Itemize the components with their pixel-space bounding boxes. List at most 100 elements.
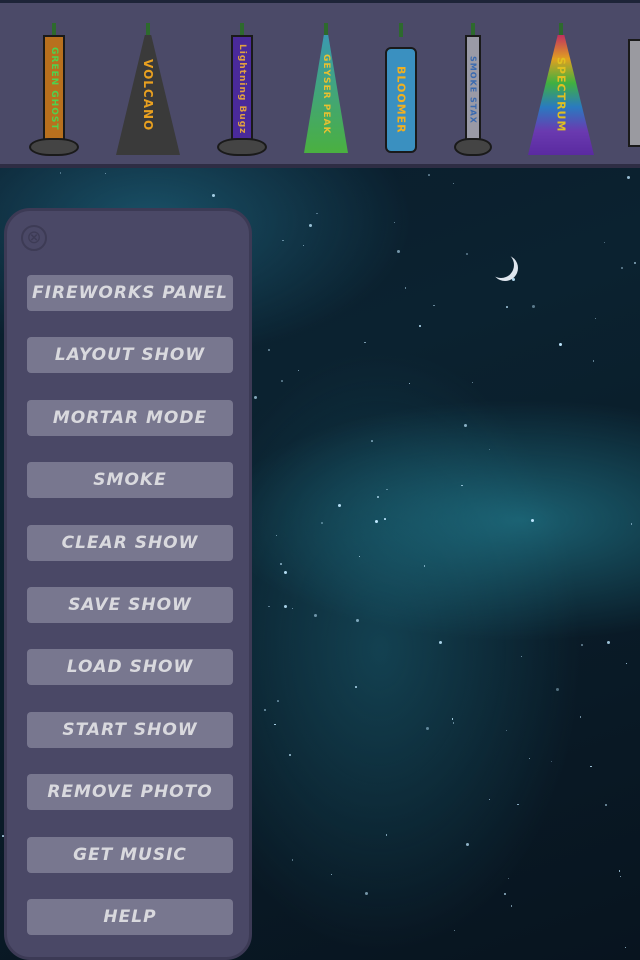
menu-button-help[interactable]: HELP <box>27 899 233 935</box>
firework-bloomer[interactable]: BLOOMER <box>384 23 418 158</box>
star <box>211 193 215 197</box>
firework-label: BLOOMER <box>394 66 408 134</box>
menu-button-remove-photo[interactable]: REMOVE PHOTO <box>27 774 233 811</box>
star <box>452 182 454 184</box>
fuse-icon <box>324 23 328 37</box>
firework-geyser-peak[interactable]: GEYSER PEAK <box>304 23 348 158</box>
firework-base <box>29 138 79 156</box>
star <box>503 892 506 895</box>
fuse-icon <box>146 23 150 37</box>
star <box>254 395 258 399</box>
star <box>451 718 454 720</box>
firework-body: Lightning Bugz <box>231 35 253 143</box>
menu-button-get-music[interactable]: GET MUSIC <box>27 836 233 873</box>
star <box>618 870 621 872</box>
firework-lightning-bugz[interactable]: Lightning Bugz <box>217 23 267 158</box>
star <box>321 521 324 524</box>
star <box>59 172 62 174</box>
firework-body: SPECTRUM <box>528 35 594 155</box>
star <box>282 239 284 242</box>
star <box>626 662 628 664</box>
menu-button-clear-show[interactable]: CLEAR SHOW <box>27 524 233 561</box>
star <box>511 277 515 281</box>
star <box>105 172 107 174</box>
star <box>316 213 318 215</box>
star <box>594 317 596 319</box>
star <box>364 891 368 895</box>
star <box>283 571 287 575</box>
firework-body: VOLCANO <box>116 35 180 155</box>
firework-label: SPECTRUM <box>554 57 568 133</box>
star <box>358 555 360 557</box>
menu-button-save-show[interactable]: SAVE SHOW <box>27 587 233 623</box>
firework-smoke-stax[interactable]: SMOKE STAX <box>453 23 493 158</box>
star <box>488 799 490 801</box>
star <box>488 448 490 450</box>
star <box>426 727 430 731</box>
star <box>556 687 559 691</box>
star <box>409 383 411 385</box>
firework-label: VOLCANO <box>141 58 155 132</box>
star <box>313 613 317 617</box>
star <box>291 608 294 610</box>
star <box>634 262 636 264</box>
star <box>280 562 283 565</box>
firework-body: SMOKE STAX <box>465 35 481 145</box>
star <box>288 754 291 757</box>
menu-button-load-show[interactable]: LOAD SHOW <box>27 649 233 686</box>
menu-button-mortar-mode[interactable]: MORTAR MODE <box>27 399 233 436</box>
firework-label: SMOKE STAX <box>468 56 478 124</box>
menu-button-smoke[interactable]: SMOKE <box>27 462 233 499</box>
star <box>463 424 467 428</box>
star <box>281 380 283 382</box>
star <box>511 905 513 907</box>
star <box>283 604 287 608</box>
firework-base <box>217 138 267 156</box>
menu-button-fireworks-panel[interactable]: FIREWORKS PANEL <box>27 275 233 311</box>
star <box>466 842 470 846</box>
star <box>605 804 607 806</box>
star <box>356 618 360 622</box>
star <box>452 721 455 724</box>
star <box>419 324 421 327</box>
fireworks-toolbar[interactable]: GREEN GHOST VOLCANO Lightning Bugz GEYSE… <box>0 0 640 168</box>
star <box>423 565 426 567</box>
firework-spectrum[interactable]: SPECTRUM <box>528 23 594 158</box>
star <box>309 224 313 228</box>
star <box>433 304 435 307</box>
star <box>428 174 430 176</box>
firework-label: Lightning Bugz <box>237 43 247 135</box>
firework-body: GEYSER PEAK <box>304 35 348 153</box>
star <box>550 760 553 763</box>
star <box>530 518 534 522</box>
fuse-icon <box>559 23 563 37</box>
star <box>453 929 456 932</box>
star <box>507 878 509 880</box>
star <box>465 253 468 256</box>
menu-button-layout-show[interactable]: LAYOUT SHOW <box>27 337 233 374</box>
star <box>603 242 605 244</box>
menu-button-start-show[interactable]: START SHOW <box>27 711 233 748</box>
firework-body: GREEN GHOST <box>43 35 65 143</box>
close-circle-icon[interactable]: ⊗ <box>21 225 47 251</box>
star <box>393 221 396 223</box>
fuse-icon <box>399 23 403 37</box>
star <box>377 495 379 498</box>
firework-volcano[interactable]: VOLCANO <box>116 23 180 158</box>
star <box>439 640 443 644</box>
star <box>505 729 508 732</box>
star <box>374 519 378 523</box>
firework-partial[interactable] <box>628 23 640 158</box>
star <box>371 439 373 442</box>
star <box>404 287 407 289</box>
star <box>461 484 464 487</box>
star <box>396 250 400 254</box>
star <box>580 644 583 646</box>
star <box>385 488 388 491</box>
star <box>620 267 623 270</box>
star <box>330 873 332 876</box>
firework-green-ghost[interactable]: GREEN GHOST <box>29 23 79 158</box>
firework-body <box>628 39 640 147</box>
star <box>626 176 630 180</box>
moon <box>488 252 514 278</box>
